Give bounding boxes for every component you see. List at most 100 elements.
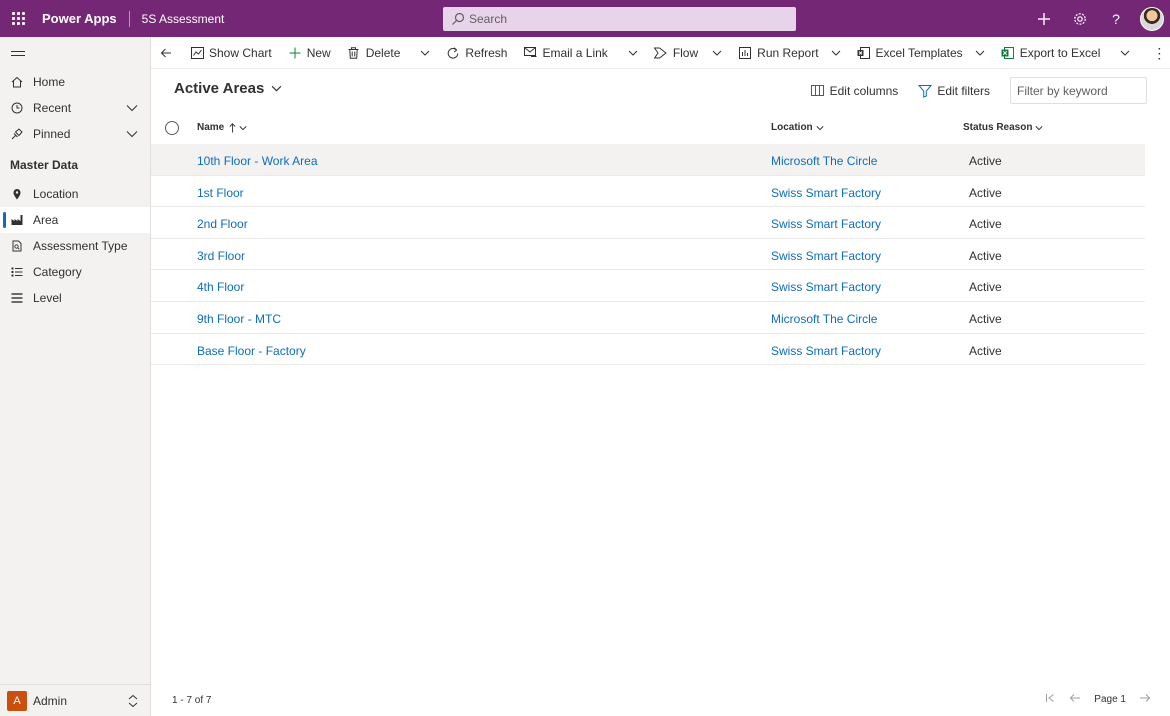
nav-item-label: Area	[33, 213, 59, 227]
user-avatar[interactable]	[1140, 6, 1164, 31]
table-row[interactable]: 4th Floor Swiss Smart Factory Active	[151, 270, 1145, 302]
table-row[interactable]: 3rd Floor Swiss Smart Factory Active	[151, 239, 1145, 271]
nav-item-label: Home	[33, 75, 66, 89]
column-header-status[interactable]: Status Reason	[963, 122, 1044, 133]
search-box[interactable]: Search	[443, 7, 796, 31]
factory-icon	[10, 213, 24, 227]
filter-placeholder: Filter by keyword	[1017, 83, 1108, 98]
area-name-link[interactable]: 2nd Floor	[197, 217, 248, 231]
email-link-button[interactable]: Email a Link	[515, 37, 615, 69]
table-row[interactable]: 9th Floor - MTC Microsoft The Circle Act…	[151, 302, 1145, 334]
location-link[interactable]: Swiss Smart Factory	[771, 280, 881, 294]
status-reason: Active	[969, 154, 1002, 168]
search-placeholder: Search	[469, 12, 508, 26]
table-row[interactable]: 10th Floor - Work Area Microsoft The Cir…	[151, 144, 1145, 176]
delete-button[interactable]: Delete	[339, 37, 409, 69]
help-button[interactable]: ?	[1098, 0, 1134, 37]
nav-item-category[interactable]: Category	[0, 259, 150, 285]
refresh-icon	[446, 46, 460, 60]
view-selector[interactable]: Active Areas	[174, 80, 282, 97]
nav-item-level[interactable]: Level	[0, 285, 150, 311]
location-link[interactable]: Microsoft The Circle	[771, 154, 877, 168]
view-title: Active Areas	[174, 80, 265, 97]
area-name-link[interactable]: 10th Floor - Work Area	[197, 154, 318, 168]
edit-columns-button[interactable]: Edit columns	[810, 84, 898, 98]
edit-filters-button[interactable]: Edit filters	[918, 84, 990, 98]
flow-icon	[654, 46, 668, 60]
chevron-down-icon[interactable]	[126, 102, 138, 114]
nav-item-area[interactable]: Area	[0, 207, 150, 233]
area-name-link[interactable]: 4th Floor	[197, 280, 244, 294]
area-label: Admin	[33, 693, 68, 708]
area-name-link[interactable]: 1st Floor	[197, 186, 244, 200]
nav-item-location[interactable]: Location	[0, 181, 150, 207]
area-badge: A	[7, 690, 27, 711]
location-link[interactable]: Microsoft The Circle	[771, 312, 877, 326]
chevron-down-icon	[831, 50, 840, 56]
chevron-down-icon	[272, 85, 282, 92]
area-switcher[interactable]: A Admin	[0, 684, 150, 716]
add-button[interactable]	[1026, 0, 1062, 37]
nav-item-label: Level	[33, 291, 62, 305]
status-reason: Active	[969, 343, 1002, 358]
nav-toggle-button[interactable]	[0, 37, 150, 69]
more-email-options-button[interactable]	[620, 37, 646, 69]
more-delete-options-button[interactable]	[412, 37, 438, 69]
nav-item-assessment-type[interactable]: Assessment Type	[0, 233, 150, 259]
location-link[interactable]: Swiss Smart Factory	[771, 249, 881, 263]
nav-item-label: Pinned	[33, 127, 71, 141]
excel-templates-button[interactable]: Excel Templates	[849, 37, 993, 69]
column-status-label: Status Reason	[963, 122, 1033, 133]
nav-item-pinned[interactable]: Pinned	[0, 121, 150, 147]
nav-item-label: Location	[33, 187, 79, 201]
next-page-icon[interactable]	[1139, 692, 1151, 706]
left-navigation: Home Recent Pinned Master Data Location …	[0, 37, 151, 716]
table-row[interactable]: 2nd Floor Swiss Smart Factory Active	[151, 207, 1145, 239]
chevron-down-icon	[975, 50, 985, 56]
divider	[128, 10, 130, 27]
new-button[interactable]: New	[280, 37, 339, 69]
refresh-button[interactable]: Refresh	[438, 37, 515, 69]
status-reason: Active	[969, 280, 1002, 295]
back-button[interactable]	[151, 37, 178, 69]
chevron-down-icon	[421, 50, 430, 56]
view-actions: Edit columns Edit filters Filter by keyw…	[810, 77, 1147, 104]
more-export-options-button[interactable]	[1112, 37, 1138, 69]
run-report-button[interactable]: Run Report	[730, 37, 848, 69]
sort-ascending-icon	[229, 122, 236, 132]
nav-item-home[interactable]: Home	[0, 69, 150, 95]
export-excel-button[interactable]: Export to Excel	[993, 37, 1109, 69]
chevron-down-icon	[628, 50, 638, 56]
waffle-icon	[11, 12, 25, 25]
column-header-name[interactable]: Name	[197, 122, 247, 133]
select-all-checkbox[interactable]	[165, 121, 179, 135]
app-launcher-button[interactable]	[0, 0, 36, 37]
table-row[interactable]: 1st Floor Swiss Smart Factory Active	[151, 176, 1145, 208]
excel-template-icon	[857, 46, 871, 60]
filter-by-keyword-input[interactable]: Filter by keyword	[1010, 77, 1147, 104]
table-row[interactable]: Base Floor - Factory Swiss Smart Factory…	[151, 334, 1145, 366]
settings-button[interactable]	[1062, 0, 1098, 37]
location-link[interactable]: Swiss Smart Factory	[771, 217, 881, 231]
nav-item-recent[interactable]: Recent	[0, 95, 150, 121]
first-page-icon[interactable]	[1045, 692, 1055, 706]
brand-name[interactable]: Power Apps	[42, 11, 117, 26]
show-chart-button[interactable]: Show Chart	[182, 37, 280, 69]
previous-page-icon[interactable]	[1069, 692, 1081, 706]
app-name[interactable]: 5S Assessment	[142, 12, 225, 26]
column-name-label: Name	[197, 122, 225, 133]
chevron-down-icon	[712, 50, 722, 56]
column-header-location[interactable]: Location	[771, 122, 824, 133]
location-link[interactable]: Swiss Smart Factory	[771, 186, 881, 200]
more-vertical-icon: ⋮	[1152, 44, 1167, 61]
trash-icon	[347, 46, 361, 60]
area-name-link[interactable]: 9th Floor - MTC	[197, 312, 281, 326]
edit-columns-icon	[810, 84, 824, 96]
top-bar: Power Apps 5S Assessment Search ?	[0, 0, 1170, 37]
chevron-down-icon[interactable]	[126, 128, 138, 140]
flow-button[interactable]: Flow	[646, 37, 730, 69]
area-name-link[interactable]: 3rd Floor	[197, 249, 245, 263]
more-commands-button[interactable]: ⋮	[1138, 37, 1170, 69]
area-name-link[interactable]: Base Floor - Factory	[197, 344, 306, 358]
location-link[interactable]: Swiss Smart Factory	[771, 344, 881, 358]
